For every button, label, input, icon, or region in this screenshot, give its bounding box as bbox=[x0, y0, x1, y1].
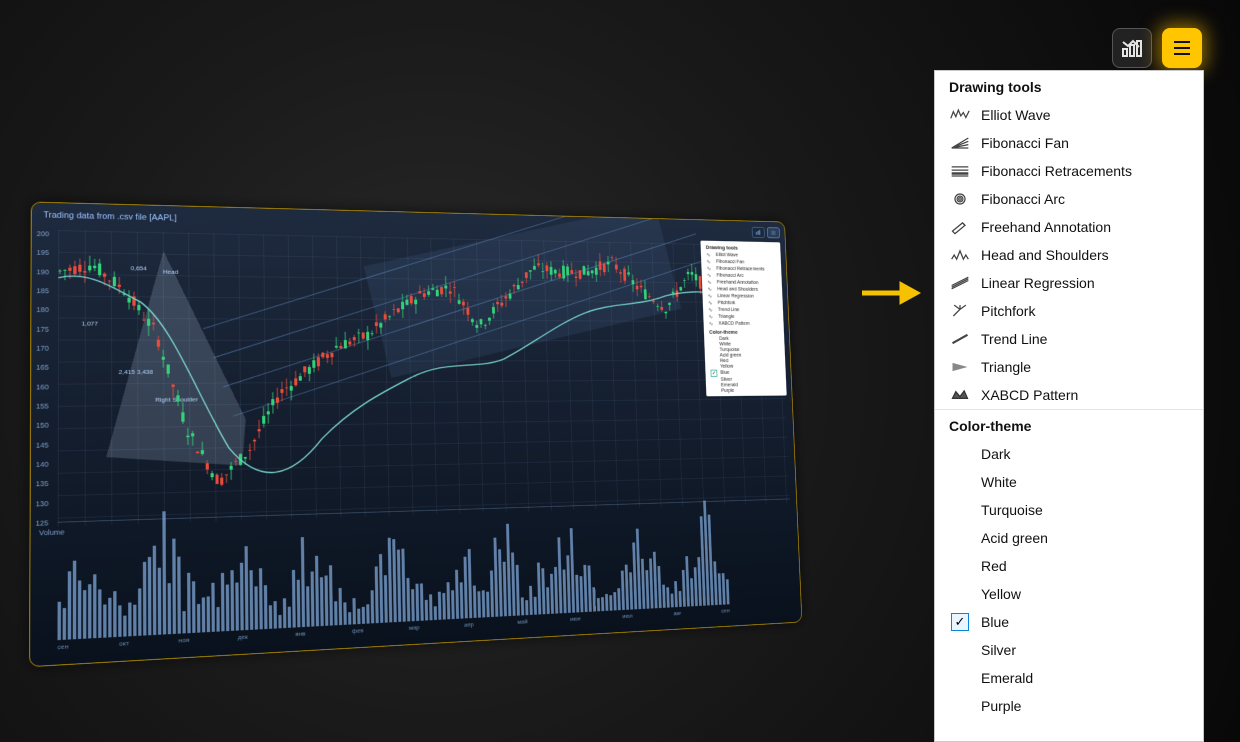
fibonacci-retracements-icon bbox=[949, 162, 971, 180]
head-and-shoulders-icon bbox=[949, 246, 971, 264]
theme-acid-green[interactable]: Acid green bbox=[935, 524, 1203, 552]
theme-label: Silver bbox=[981, 640, 1016, 660]
tool-label: Fibonacci Fan bbox=[981, 133, 1069, 153]
tool-label: Fibonacci Retracements bbox=[981, 161, 1132, 181]
tool-fibonacci-retracements[interactable]: Fibonacci Retracements bbox=[935, 157, 1203, 185]
tool-linear-regression[interactable]: Linear Regression bbox=[935, 269, 1203, 297]
y-axis: 2001951901851801751701651601551501451401… bbox=[36, 230, 59, 528]
xabcd-pattern-icon bbox=[949, 386, 971, 404]
tool-fibonacci-arc[interactable]: Fibonacci Arc bbox=[935, 185, 1203, 213]
color-theme-title: Color-theme bbox=[935, 409, 1203, 440]
theme-blue[interactable]: ✓ Blue bbox=[935, 608, 1203, 636]
tool-label: Elliot Wave bbox=[981, 105, 1051, 125]
candlesticks bbox=[58, 247, 726, 516]
tool-label: Trend Line bbox=[981, 329, 1047, 349]
moving-average-line bbox=[58, 247, 726, 516]
theme-turquoise[interactable]: Turquoise bbox=[935, 496, 1203, 524]
triangle-icon bbox=[949, 358, 971, 376]
tool-label: Triangle bbox=[981, 357, 1031, 377]
tool-elliot-wave[interactable]: Elliot Wave bbox=[935, 101, 1203, 129]
fibonacci-arc-icon bbox=[949, 190, 971, 208]
tools-panel: Drawing tools Elliot Wave Fibonacci Fan Fi… bbox=[934, 70, 1204, 742]
theme-dark[interactable]: Dark bbox=[935, 440, 1203, 468]
preview-menu-button bbox=[767, 227, 780, 238]
chart-grid bbox=[58, 230, 790, 526]
tool-label: Pitchfork bbox=[981, 301, 1035, 321]
tool-fibonacci-fan[interactable]: Fibonacci Fan bbox=[935, 129, 1203, 157]
theme-label: Emerald bbox=[981, 668, 1033, 688]
chart-title: Trading data from .csv file [AAPL] bbox=[43, 210, 176, 222]
tool-label: Head and Shoulders bbox=[981, 245, 1109, 265]
pitchfork-icon bbox=[949, 302, 971, 320]
theme-label: Dark bbox=[981, 444, 1011, 464]
tool-label: Fibonacci Arc bbox=[981, 189, 1065, 209]
theme-label: Purple bbox=[981, 696, 1021, 716]
tool-label: Linear Regression bbox=[981, 273, 1095, 293]
tool-label: XABCD Pattern bbox=[981, 385, 1078, 405]
preview-chart-button bbox=[752, 227, 765, 238]
theme-purple[interactable]: Purple bbox=[935, 692, 1203, 720]
preview-tools-panel: Drawing tools ∿Elliot Wave∿Fibonacci Fan… bbox=[700, 241, 786, 397]
chart-icon bbox=[1120, 36, 1144, 60]
arrow-icon bbox=[860, 278, 922, 308]
theme-label: Yellow bbox=[981, 584, 1021, 604]
hamburger-icon bbox=[1170, 36, 1194, 60]
trend-line-icon bbox=[949, 330, 971, 348]
tool-freehand-annotation[interactable]: Freehand Annotation bbox=[935, 213, 1203, 241]
theme-label: Turquoise bbox=[981, 500, 1043, 520]
annotation: Head bbox=[163, 268, 178, 275]
check-icon: ✓ bbox=[951, 613, 969, 631]
elliot-wave-icon bbox=[949, 106, 971, 124]
fibonacci-fan-overlay bbox=[63, 243, 258, 466]
theme-silver[interactable]: Silver bbox=[935, 636, 1203, 664]
linear-regression-icon bbox=[949, 274, 971, 292]
theme-yellow[interactable]: Yellow bbox=[935, 580, 1203, 608]
x-axis: сеноктноядекянвфевмарапрмайиюниюлавгсен bbox=[57, 607, 730, 658]
fibonacci-fan-icon bbox=[949, 134, 971, 152]
preview-toolbar bbox=[752, 227, 780, 238]
annotation: 1,077 bbox=[81, 320, 98, 327]
theme-red[interactable]: Red bbox=[935, 552, 1203, 580]
chart-view-button[interactable] bbox=[1112, 28, 1152, 68]
annotation: 2,415 3,438 bbox=[119, 368, 153, 375]
theme-white[interactable]: White bbox=[935, 468, 1203, 496]
drawing-tools-title: Drawing tools bbox=[935, 71, 1203, 101]
theme-label: Red bbox=[981, 556, 1007, 576]
theme-label: Acid green bbox=[981, 528, 1048, 548]
volume-label: Volume bbox=[39, 528, 65, 537]
annotation: 0,654 bbox=[131, 265, 147, 272]
theme-label: Blue bbox=[981, 612, 1009, 632]
tool-head-and-shoulders[interactable]: Head and Shoulders bbox=[935, 241, 1203, 269]
theme-label: White bbox=[981, 472, 1017, 492]
menu-button[interactable] bbox=[1162, 28, 1202, 68]
tool-xabcd-pattern[interactable]: XABCD Pattern bbox=[935, 381, 1203, 409]
regression-overlay bbox=[364, 204, 682, 378]
tool-trend-line[interactable]: Trend Line bbox=[935, 325, 1203, 353]
tool-pitchfork[interactable]: Pitchfork bbox=[935, 297, 1203, 325]
annotation: Right Shoulder bbox=[155, 396, 198, 403]
freehand-annotation-icon bbox=[949, 218, 971, 236]
volume-bars bbox=[57, 512, 729, 640]
trend-channel-overlay bbox=[203, 202, 730, 496]
chart-preview: Trading data from .csv file [AAPL] 20019… bbox=[30, 140, 860, 660]
theme-emerald[interactable]: Emerald bbox=[935, 664, 1203, 692]
tool-label: Freehand Annotation bbox=[981, 217, 1111, 237]
tool-triangle[interactable]: Triangle bbox=[935, 353, 1203, 381]
